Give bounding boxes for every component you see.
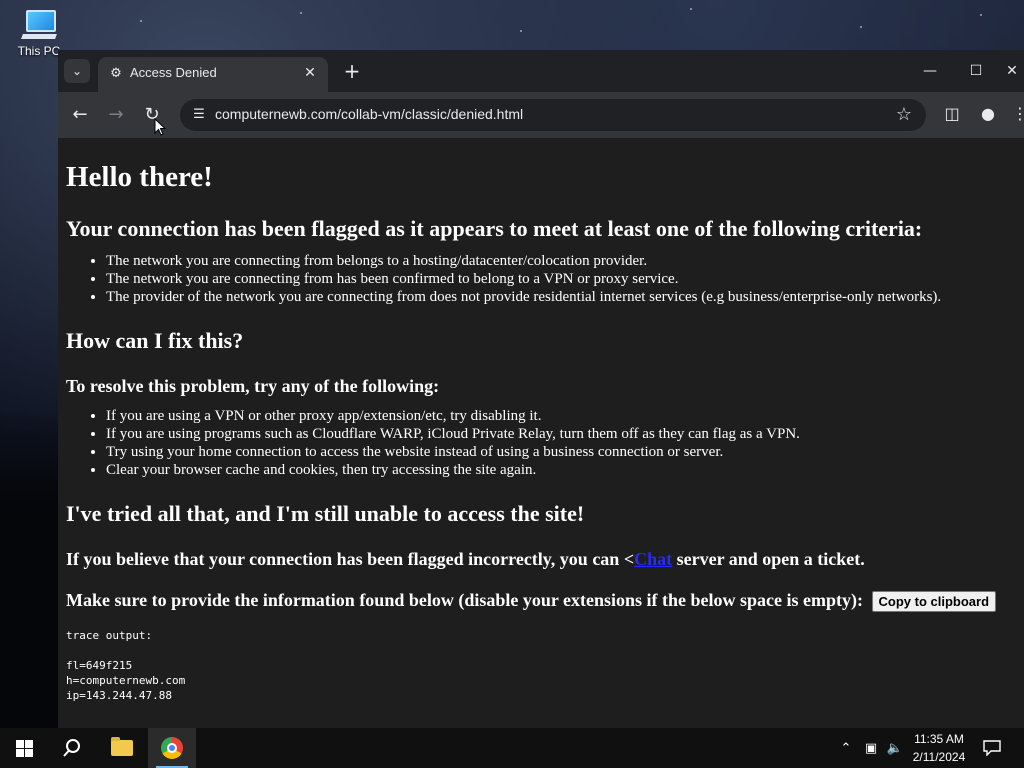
side-panel-icon: ◫ [944, 104, 960, 123]
volume-muted-icon: 🔈 [886, 740, 904, 756]
new-tab-button[interactable]: + [340, 60, 364, 84]
notification-icon [983, 740, 1001, 756]
windows-logo-icon [15, 739, 33, 757]
network-icon: ▣ [864, 740, 878, 756]
tab-title: Access Denied [130, 65, 217, 80]
trace-line: fl=649f215 [66, 659, 133, 673]
trace-output: trace output: fl=649f215 h=computernewb.… [66, 628, 1016, 703]
site-info-icon[interactable]: ☰ [190, 106, 208, 124]
list-item: The provider of the network you are conn… [106, 288, 1016, 306]
forward-button[interactable]: → [102, 101, 130, 129]
system-clock[interactable]: 11:35 AM 2/11/2024 [904, 730, 974, 766]
list-item: Try using your home connection to access… [106, 443, 1016, 461]
tab-search-button[interactable]: ⌄ [64, 59, 90, 83]
profile-icon: ● [981, 104, 995, 123]
list-item: The network you are connecting from has … [106, 270, 1016, 288]
minimize-button[interactable]: — [908, 58, 952, 84]
provide-info-paragraph: Make sure to provide the information fou… [66, 590, 1016, 613]
fix-list: If you are using a VPN or other proxy ap… [66, 407, 1016, 479]
chat-link[interactable]: Chat [634, 549, 672, 569]
wallpaper-silhouette [0, 408, 60, 728]
notifications-button[interactable] [978, 728, 1006, 768]
list-item: If you are using programs such as Cloudf… [106, 425, 1016, 443]
arrow-right-icon: → [108, 104, 124, 125]
criteria-list: The network you are connecting from belo… [66, 252, 1016, 306]
chevron-down-icon: ⌄ [71, 64, 83, 78]
folder-icon [111, 737, 133, 756]
list-item: The network you are connecting from belo… [106, 252, 1016, 270]
web-page: Hello there! Your connection has been fl… [58, 138, 1024, 728]
window-close-button[interactable]: ✕ [1000, 58, 1024, 84]
flagged-paragraph: If you believe that your connection has … [66, 549, 1016, 570]
clock-date: 2/11/2024 [912, 750, 966, 764]
clock-time: 11:35 AM [914, 732, 964, 746]
chevron-up-icon: ⌃ [840, 740, 852, 756]
bookmark-star-icon[interactable]: ☆ [896, 104, 912, 125]
back-button[interactable]: ← [66, 101, 94, 129]
trace-line: h=computernewb.com [66, 674, 186, 688]
fix-heading: How can I fix this? [66, 328, 244, 353]
flagged-prefix: If you believe that your connection has … [66, 549, 635, 569]
desktop-icon-this-pc[interactable]: This PC [14, 8, 64, 58]
tab-close-icon[interactable]: ✕ [300, 63, 320, 83]
profile-button[interactable]: ● [976, 102, 1000, 126]
tried-heading: I've tried all that, and I'm still unabl… [66, 501, 585, 526]
volume-button[interactable]: 🔈 [884, 728, 906, 768]
side-panel-button[interactable]: ◫ [940, 102, 964, 126]
criteria-heading: Your connection has been flagged as it a… [66, 216, 923, 241]
show-hidden-icons-button[interactable]: ⌃ [836, 728, 856, 768]
list-item: If you are using a VPN or other proxy ap… [106, 407, 1016, 425]
arrow-left-icon: ← [72, 104, 88, 125]
resolve-heading: To resolve this problem, try any of the … [66, 376, 440, 396]
flagged-suffix: server and open a ticket. [672, 549, 865, 569]
tab-access-denied[interactable]: ⚙ Access Denied ✕ [98, 57, 328, 92]
file-explorer-button[interactable] [98, 728, 146, 768]
page-favicon-icon: ⚙ [110, 66, 122, 81]
more-vert-icon: ⋮ [1012, 104, 1024, 123]
this-pc-icon [21, 8, 57, 39]
browser-toolbar: ← → ↻ ☰ computernewb.com/collab-vm/class… [58, 92, 1024, 138]
start-button[interactable] [0, 728, 48, 768]
maximize-button[interactable]: ☐ [954, 58, 998, 84]
url-text: computernewb.com/collab-vm/classic/denie… [215, 106, 524, 122]
page-title: Hello there! [66, 161, 213, 193]
search-icon [63, 739, 80, 757]
browser-window: ⌄ ⚙ Access Denied ✕ + — ☐ ✕ ← → ↻ ☰ comp… [58, 50, 1024, 728]
taskbar: ⌃ ▣ 🔈 11:35 AM 2/11/2024 [0, 728, 1024, 768]
copy-to-clipboard-button[interactable]: Copy to clipboard [871, 591, 997, 613]
desktop-icon-label: This PC [17, 44, 61, 58]
trace-line: ip=143.244.47.88 [66, 689, 172, 703]
address-bar[interactable]: ☰ computernewb.com/collab-vm/classic/den… [180, 99, 926, 131]
list-item: Clear your browser cache and cookies, th… [106, 461, 1016, 479]
trace-label: trace output: [66, 629, 153, 643]
tab-strip: ⌄ ⚙ Access Denied ✕ + — ☐ ✕ [58, 50, 1024, 92]
network-button[interactable]: ▣ [860, 728, 882, 768]
mouse-cursor-icon [154, 118, 166, 136]
chrome-icon [161, 737, 183, 759]
menu-button[interactable]: ⋮ [1012, 102, 1024, 126]
provide-info-text: Make sure to provide the information fou… [66, 590, 864, 610]
search-button[interactable] [48, 728, 96, 768]
chrome-taskbar-button[interactable] [148, 728, 196, 768]
